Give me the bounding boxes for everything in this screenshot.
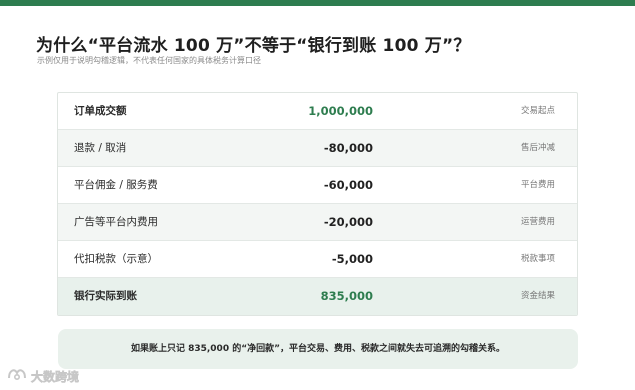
- row-label: 退款 / 取消: [74, 142, 127, 154]
- brand-logo-icon: [6, 366, 28, 386]
- watermark-text: 大数跨境: [31, 369, 80, 384]
- explanation-note: 如果账上只记 835,000 的“净回款”，平台交易、费用、税款之间就失去可追溯…: [58, 329, 578, 369]
- row-label: 平台佣金 / 服务费: [74, 179, 158, 191]
- top-accent-bar: [0, 0, 635, 6]
- row-value: -5,000: [331, 252, 373, 266]
- row-tag: 运营费用: [520, 217, 555, 227]
- row-value: -60,000: [323, 178, 373, 192]
- row-tag: 交易起点: [520, 106, 555, 116]
- watermark: 大数跨境: [6, 367, 79, 385]
- row-value: 835,000: [320, 289, 373, 303]
- reconciliation-table: 订单成交额 1,000,000 交易起点 退款 / 取消 -80,000 售后冲…: [57, 92, 578, 316]
- table-row-bank-received: 银行实际到账 835,000 资金结果: [58, 278, 577, 315]
- page-subtitle: 示例仅用于说明勾稽逻辑，不代表任何国家的具体税务计算口径: [37, 56, 261, 65]
- table-row-order-amount: 订单成交额 1,000,000 交易起点: [58, 93, 577, 130]
- table-row-commission: 平台佣金 / 服务费 -60,000 平台费用: [58, 167, 577, 204]
- row-label: 广告等平台内费用: [74, 216, 158, 228]
- row-label: 订单成交额: [74, 105, 127, 117]
- page-title: 为什么“平台流水 100 万”不等于“银行到账 100 万”？: [36, 36, 471, 56]
- row-value: 1,000,000: [308, 104, 373, 118]
- row-label: 银行实际到账: [74, 290, 137, 302]
- row-value: -80,000: [323, 141, 373, 155]
- row-tag: 税款事项: [520, 254, 555, 264]
- row-tag: 平台费用: [520, 180, 555, 190]
- row-tag: 资金结果: [520, 291, 555, 301]
- row-tag: 售后冲减: [520, 143, 555, 153]
- table-row-refund: 退款 / 取消 -80,000 售后冲减: [58, 130, 577, 167]
- table-row-ads: 广告等平台内费用 -20,000 运营费用: [58, 204, 577, 241]
- row-label: 代扣税款（示意）: [74, 253, 158, 265]
- table-row-withholding-tax: 代扣税款（示意） -5,000 税款事项: [58, 241, 577, 278]
- row-value: -20,000: [323, 215, 373, 229]
